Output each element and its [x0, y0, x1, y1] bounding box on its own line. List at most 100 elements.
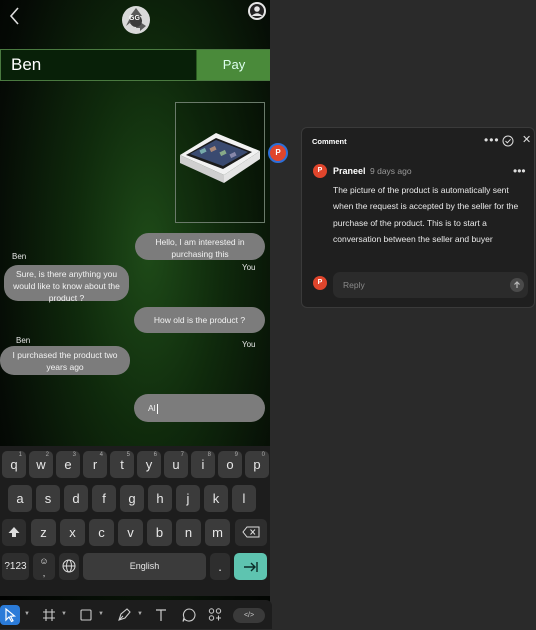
comment-tool[interactable]	[181, 606, 197, 624]
key-h[interactable]: h	[148, 485, 172, 512]
symbols-key[interactable]: ?123	[2, 553, 29, 580]
message-input[interactable]: Al	[134, 394, 265, 422]
key-l[interactable]: l	[232, 485, 256, 512]
key-g[interactable]: g	[120, 485, 144, 512]
key-d[interactable]: d	[64, 485, 88, 512]
comment-more-button[interactable]: •••	[513, 164, 526, 178]
message-draft-text: Al	[148, 403, 156, 413]
key-label: l	[242, 491, 246, 506]
shift-icon	[8, 527, 20, 537]
tablet-box-image	[180, 133, 260, 183]
sender-label-you: You	[242, 340, 256, 349]
more-options-button[interactable]: •••	[484, 133, 500, 147]
key-e[interactable]: e3	[56, 451, 80, 478]
product-image[interactable]	[175, 102, 265, 223]
key-q[interactable]: q1	[2, 451, 26, 478]
chevron-down-icon[interactable]: ▼	[137, 611, 143, 617]
key-label: f	[102, 491, 106, 506]
key-i[interactable]: i8	[191, 451, 215, 478]
hash-frame-icon	[43, 609, 55, 621]
key-hint: 8	[207, 452, 211, 458]
key-s[interactable]: s	[36, 485, 60, 512]
period-key[interactable]: .	[210, 553, 230, 580]
key-label: i	[201, 457, 205, 472]
shift-key[interactable]	[2, 519, 26, 546]
key-u[interactable]: u7	[164, 451, 188, 478]
on-screen-keyboard: q 1 w 2 e 3 r 4 t 5 y 6 u 7 i 8 o 9 p 0 a s d f g h j k l z x c v b n m ?123…	[0, 446, 270, 596]
key-v[interactable]: v	[118, 519, 143, 546]
comment-body: The picture of the product is automatica…	[333, 185, 519, 244]
key-w[interactable]: w2	[29, 451, 53, 478]
key-y[interactable]: y6	[137, 451, 161, 478]
key-label: ?123	[4, 561, 27, 572]
user-circle-icon	[248, 2, 266, 20]
comment-marker[interactable]: P	[268, 143, 288, 163]
key-c[interactable]: c	[89, 519, 114, 546]
reply-input[interactable]	[333, 272, 528, 298]
message-bubble-received: I purchased the product two years ago	[0, 346, 130, 375]
send-reply-button[interactable]	[510, 278, 524, 292]
key-k[interactable]: k	[204, 485, 228, 512]
key-r[interactable]: r4	[83, 451, 107, 478]
key-label: p	[253, 457, 261, 472]
key-m[interactable]: m	[205, 519, 230, 546]
close-icon[interactable]: ✕	[522, 133, 531, 146]
globe-icon	[62, 559, 76, 573]
emoji-key[interactable]: ☺,	[33, 553, 55, 580]
text-cursor	[156, 403, 158, 414]
key-b[interactable]: b	[147, 519, 172, 546]
key-label: a	[16, 491, 24, 506]
chat-header: Ben Pay	[0, 49, 270, 81]
message-bubble-received: Sure, is there anything you would like t…	[4, 265, 129, 303]
pen-icon	[118, 608, 131, 621]
rectangle-tool[interactable]	[79, 606, 93, 624]
space-key[interactable]: English	[83, 553, 206, 580]
sender-label-you: You	[242, 263, 256, 272]
resolve-check-icon[interactable]	[502, 135, 514, 147]
enter-arrow-icon	[243, 562, 258, 572]
emoji-key-top: ☺	[39, 556, 49, 566]
key-label: w	[36, 457, 46, 472]
emoji-key-bottom: ,	[42, 568, 46, 578]
chevron-down-icon[interactable]: ▼	[61, 611, 67, 617]
key-label: k	[212, 491, 220, 506]
sender-label: Ben	[16, 336, 31, 345]
phone-screen: GG Ben Pay Hello, I am interested in pur…	[0, 0, 270, 629]
frame-tool[interactable]	[42, 606, 56, 624]
key-x[interactable]: x	[60, 519, 85, 546]
key-a[interactable]: a	[8, 485, 32, 512]
key-hint: 6	[153, 452, 157, 458]
account-button[interactable]	[247, 1, 267, 21]
key-z[interactable]: z	[31, 519, 56, 546]
chevron-down-icon[interactable]: ▼	[98, 611, 104, 617]
enter-key[interactable]	[234, 553, 267, 580]
message-bubble-sent: How old is the product ?	[134, 307, 265, 333]
backspace-key[interactable]	[235, 519, 267, 546]
comment-timestamp: 9 days ago	[370, 166, 412, 176]
key-label: e	[64, 457, 72, 472]
key-label: d	[72, 491, 80, 506]
key-hint: 3	[72, 452, 76, 458]
components-tool[interactable]	[207, 606, 223, 624]
text-tool[interactable]	[154, 606, 168, 624]
pen-tool[interactable]	[116, 606, 132, 624]
chevron-left-icon	[9, 7, 19, 25]
sender-label: Ben	[12, 252, 27, 261]
key-label: q	[10, 457, 18, 472]
chevron-down-icon[interactable]: ▼	[24, 611, 30, 617]
key-j[interactable]: j	[176, 485, 200, 512]
key-t[interactable]: t5	[110, 451, 134, 478]
back-button[interactable]	[8, 6, 26, 32]
rectangle-icon	[80, 609, 92, 621]
key-o[interactable]: o9	[218, 451, 242, 478]
key-label: h	[156, 491, 164, 506]
author-avatar: P	[313, 164, 327, 178]
key-label: c	[98, 525, 105, 540]
language-key[interactable]	[59, 553, 79, 580]
dev-mode-toggle[interactable]: </>	[233, 608, 265, 623]
key-p[interactable]: p0	[245, 451, 269, 478]
key-f[interactable]: f	[92, 485, 116, 512]
move-tool[interactable]	[0, 605, 20, 625]
key-n[interactable]: n	[176, 519, 201, 546]
pay-button[interactable]: Pay	[196, 50, 270, 80]
